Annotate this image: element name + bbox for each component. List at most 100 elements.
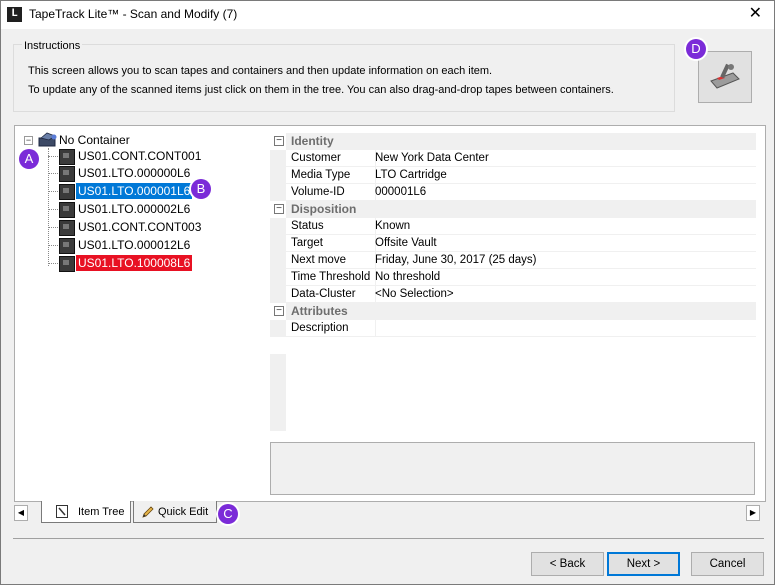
tree-root-label: No Container (59, 133, 130, 147)
property-value[interactable]: Offsite Vault (371, 235, 756, 252)
back-button[interactable]: < Back (531, 552, 604, 576)
property-value[interactable]: LTO Cartridge (371, 167, 756, 184)
next-button[interactable]: Next > (607, 552, 680, 576)
property-row-media-type[interactable]: Media Type LTO Cartridge (270, 167, 756, 184)
property-value[interactable]: New York Data Center (371, 150, 756, 167)
row-gutter (270, 218, 286, 235)
tree-item-label: US01.LTO.000001L6 (76, 183, 193, 199)
tab-quick-edit[interactable]: Quick Edit (133, 501, 217, 523)
tree-connector (48, 227, 58, 228)
collapse-toggle-icon[interactable]: − (274, 204, 284, 214)
callout-a: A (19, 149, 39, 169)
pencil-icon (141, 505, 155, 522)
property-row-data-cluster[interactable]: Data-Cluster <No Selection> (270, 286, 756, 303)
tree-item-000002l6[interactable]: US01.LTO.000002L6 (48, 201, 268, 218)
row-gutter (270, 184, 286, 201)
property-name: Volume-ID (286, 184, 376, 201)
property-row-next-move[interactable]: Next move Friday, June 30, 2017 (25 days… (270, 252, 756, 269)
tape-icon (59, 202, 75, 218)
main-panel: − No Container US01.CONT.CONT001 US01.LT… (14, 125, 766, 502)
tree-connector (48, 191, 58, 192)
property-name: Description (286, 320, 376, 337)
category-attributes[interactable]: − Attributes (270, 303, 756, 320)
category-background (286, 201, 756, 218)
property-row-customer[interactable]: Customer New York Data Center (270, 150, 756, 167)
tree-item-label: US01.LTO.000000L6 (78, 166, 191, 180)
property-row-volume-id[interactable]: Volume-ID 000001L6 (270, 184, 756, 201)
property-name: Media Type (286, 167, 376, 184)
scroll-right-icon[interactable]: ▶ (746, 505, 760, 521)
tape-icon (59, 184, 75, 200)
row-gutter (270, 320, 286, 337)
cancel-button[interactable]: Cancel (691, 552, 764, 576)
collapse-toggle-icon[interactable]: − (274, 306, 284, 316)
category-label: Attributes (291, 304, 348, 318)
tree-item-label: US01.CONT.CONT001 (78, 149, 202, 163)
tree-connector (48, 156, 58, 157)
callout-d: D (686, 39, 706, 59)
property-value[interactable]: <No Selection> (371, 286, 756, 303)
row-gutter (270, 269, 286, 286)
scan-modify-window: L TapeTrack Lite™ - Scan and Modify (7) … (0, 0, 775, 585)
property-row-time-threshold[interactable]: Time Threshold No threshold (270, 269, 756, 286)
row-gutter (270, 150, 286, 167)
tape-icon (59, 256, 75, 272)
grid-gutter-fill (270, 354, 286, 431)
property-name: Target (286, 235, 376, 252)
title-bar[interactable]: L TapeTrack Lite™ - Scan and Modify (7) … (1, 1, 774, 29)
instructions-text-2: To update any of the scanned items just … (28, 84, 614, 96)
instructions-group: Instructions This screen allows you to s… (13, 40, 675, 112)
row-gutter (270, 235, 286, 252)
scanner-icon (710, 63, 740, 89)
callout-b: B (191, 179, 211, 199)
tree-connector (48, 245, 58, 246)
callout-c: C (218, 504, 238, 524)
close-icon[interactable]: ✕ (749, 5, 762, 23)
container-icon (38, 132, 57, 147)
category-identity[interactable]: − Identity (270, 133, 756, 150)
property-row-description[interactable]: Description (270, 320, 756, 337)
property-value[interactable]: Friday, June 30, 2017 (25 days) (371, 252, 756, 269)
instructions-text-1: This screen allows you to scan tapes and… (28, 65, 493, 77)
tree-connector (48, 263, 58, 264)
collapse-toggle-icon[interactable]: − (274, 136, 284, 146)
category-label: Identity (291, 134, 334, 148)
tree-item-000012l6[interactable]: US01.LTO.000012L6 (48, 237, 268, 254)
property-row-status[interactable]: Status Known (270, 218, 756, 235)
scan-button[interactable] (698, 51, 752, 103)
row-gutter (270, 286, 286, 303)
row-gutter (270, 252, 286, 269)
container-icon (59, 220, 75, 236)
tree-item-000000l6[interactable]: US01.LTO.000000L6 (48, 165, 268, 182)
row-gutter (270, 167, 286, 184)
property-name: Data-Cluster (286, 286, 376, 303)
category-background (286, 303, 756, 320)
scroll-left-icon[interactable]: ◀ (14, 505, 28, 521)
item-tree[interactable]: − No Container US01.CONT.CONT001 US01.LT… (15, 126, 267, 501)
tree-item-cont003[interactable]: US01.CONT.CONT003 (48, 219, 268, 236)
collapse-toggle-icon[interactable]: − (24, 136, 33, 145)
tab-label: Quick Edit (158, 506, 209, 518)
app-logo-icon: L (7, 7, 22, 22)
separator (13, 538, 764, 539)
tree-connector (48, 173, 58, 174)
property-value[interactable]: Known (371, 218, 756, 235)
category-disposition[interactable]: − Disposition (270, 201, 756, 218)
tree-item-000001l6[interactable]: US01.LTO.000001L6 (48, 183, 268, 200)
container-icon (59, 149, 75, 165)
property-row-target[interactable]: Target Offsite Vault (270, 235, 756, 252)
property-value[interactable] (371, 320, 756, 337)
property-value[interactable]: 000001L6 (371, 184, 756, 201)
tab-label: Item Tree (78, 506, 125, 518)
property-value[interactable]: No threshold (371, 269, 756, 286)
tree-item-label: US01.LTO.100008L6 (76, 255, 193, 271)
property-help-box (270, 442, 755, 495)
category-background (286, 133, 756, 150)
tree-item-label: US01.LTO.000002L6 (78, 202, 191, 216)
property-name: Status (286, 218, 376, 235)
tree-icon (56, 505, 68, 521)
tree-item-cont001[interactable]: US01.CONT.CONT001 (48, 148, 268, 165)
tab-item-tree[interactable]: Item Tree (41, 501, 131, 523)
tree-item-100008l6[interactable]: US01.LTO.100008L6 (48, 255, 268, 272)
property-grid[interactable]: − Identity Customer New York Data Center… (270, 133, 756, 431)
